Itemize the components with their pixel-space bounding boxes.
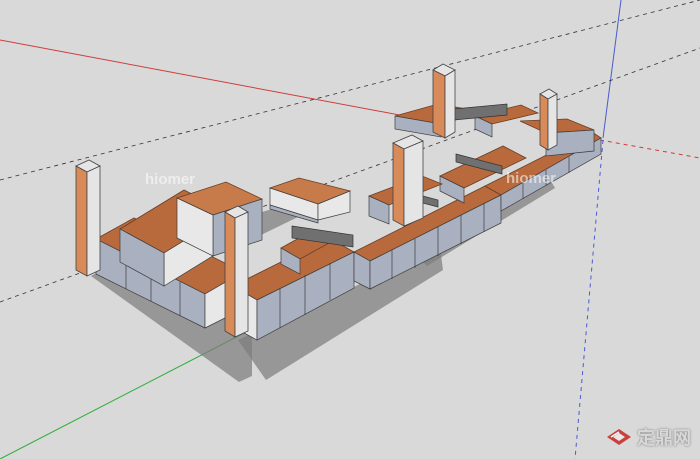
site-brand: 定鼎网 xyxy=(607,424,691,450)
blue-axis-line xyxy=(602,0,622,139)
3d-scene[interactable]: hiomer hiomer xyxy=(0,0,700,459)
red-axis-dashed-line xyxy=(599,139,700,159)
blue-axis-dashed-line xyxy=(574,139,604,459)
left-watermark: hiomer xyxy=(145,171,195,188)
brand-text: 定鼎网 xyxy=(637,428,691,449)
red-axis-line xyxy=(0,39,411,118)
sketchup-viewport[interactable]: hiomer hiomer 定鼎网 xyxy=(0,0,700,459)
main-lower-desk-run[interactable] xyxy=(353,131,602,290)
right-watermark: hiomer xyxy=(506,170,556,187)
diamond-logo-icon xyxy=(607,429,631,445)
